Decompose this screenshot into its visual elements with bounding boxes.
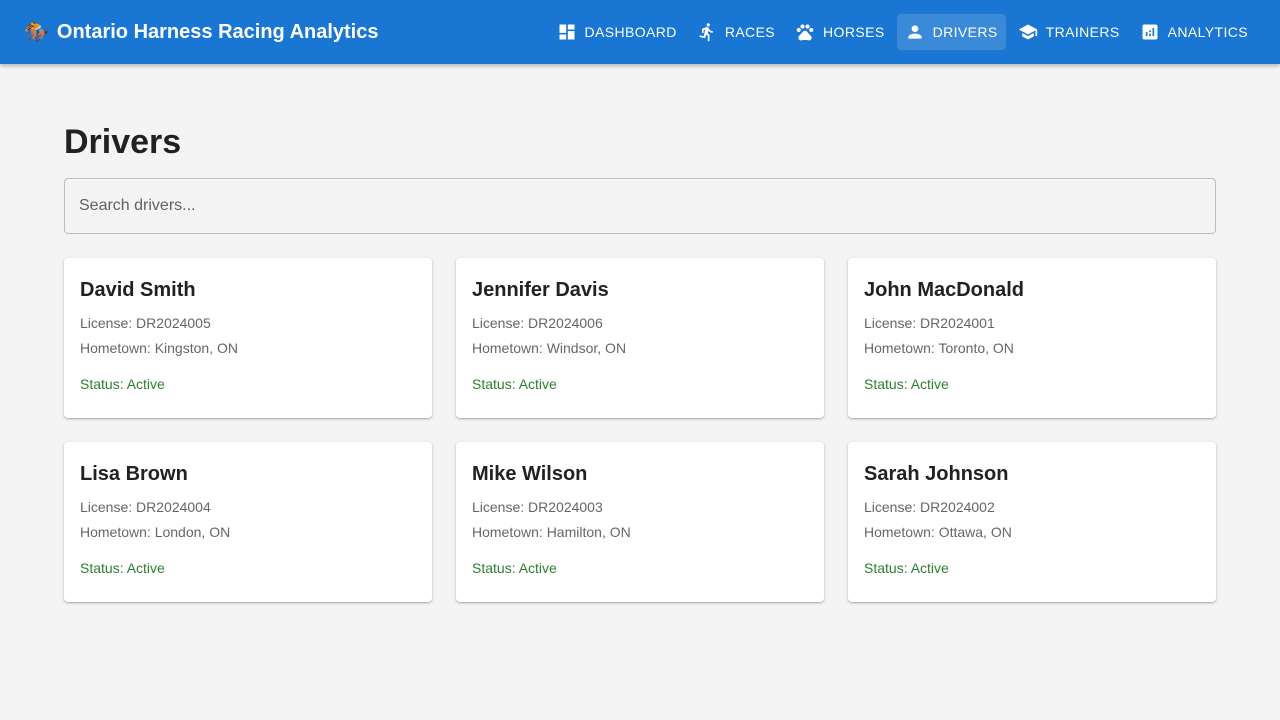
driver-status: Status: Active bbox=[472, 376, 557, 392]
dashboard-icon bbox=[559, 24, 575, 40]
driver-license: License: DR2024002 bbox=[864, 499, 995, 515]
nav-dashboard-button[interactable]: DASHBOARD bbox=[549, 14, 685, 50]
driver-hometown: Hometown: Hamilton, ON bbox=[472, 524, 631, 540]
analytics-icon bbox=[1142, 24, 1158, 40]
driver-name: Sarah Johnson bbox=[864, 463, 1009, 485]
driver-hometown: Hometown: Windsor, ON bbox=[472, 340, 627, 356]
app-title: Ontario Harness Racing Analytics bbox=[56, 20, 379, 43]
driver-name: John MacDonald bbox=[864, 279, 1025, 301]
drivers-grid: David Smith License: DR2024005 Hometown:… bbox=[64, 258, 1216, 602]
nav-trainers-label: TRAINERS bbox=[1045, 24, 1120, 40]
driver-hometown: Hometown: Toronto, ON bbox=[864, 340, 1014, 356]
driver-status: Status: Active bbox=[864, 376, 949, 392]
driver-license: License: DR2024001 bbox=[864, 315, 995, 331]
driver-card[interactable]: John MacDonald License: DR2024001 Hometo… bbox=[848, 258, 1216, 418]
driver-status: Status: Active bbox=[472, 560, 557, 576]
driver-card[interactable]: Mike Wilson License: DR2024003 Hometown:… bbox=[456, 442, 824, 602]
app-brand[interactable]: 🏇 Ontario Harness Racing Analytics bbox=[24, 21, 379, 44]
driver-status: Status: Active bbox=[80, 560, 165, 576]
nav-races-label: RACES bbox=[724, 24, 776, 40]
app-bar: 🏇 Ontario Harness Racing Analytics DASHB… bbox=[0, 0, 1280, 64]
driver-license: License: DR2024004 bbox=[80, 499, 211, 515]
horse-racing-icon: 🏇 bbox=[24, 21, 49, 43]
person-icon bbox=[907, 25, 922, 39]
driver-license: License: DR2024006 bbox=[472, 315, 603, 331]
driver-name: David Smith bbox=[80, 279, 196, 301]
search-field[interactable] bbox=[64, 178, 1216, 234]
nav-drivers-label: DRIVERS bbox=[932, 24, 998, 40]
driver-status: Status: Active bbox=[864, 560, 949, 576]
nav-horses-label: HORSES bbox=[823, 24, 885, 40]
driver-hometown: Hometown: Ottawa, ON bbox=[864, 524, 1012, 540]
driver-hometown: Hometown: Kingston, ON bbox=[80, 340, 238, 356]
driver-name: Jennifer Davis bbox=[472, 279, 609, 301]
nav-races-button[interactable]: RACES bbox=[689, 14, 783, 50]
nav-dashboard-label: DASHBOARD bbox=[584, 24, 677, 40]
search-input[interactable] bbox=[79, 197, 1201, 215]
run-icon bbox=[699, 23, 713, 42]
main-content: Drivers David Smith License: DR2024005 H… bbox=[64, 64, 1216, 602]
driver-name: Lisa Brown bbox=[80, 463, 188, 485]
page-title: Drivers bbox=[64, 123, 182, 161]
driver-hometown: Hometown: London, ON bbox=[80, 524, 231, 540]
driver-card[interactable]: David Smith License: DR2024005 Hometown:… bbox=[64, 258, 432, 418]
nav-trainers-button[interactable]: TRAINERS bbox=[1010, 14, 1128, 50]
driver-card[interactable]: Sarah Johnson License: DR2024002 Hometow… bbox=[848, 442, 1216, 602]
driver-card[interactable]: Lisa Brown License: DR2024004 Hometown: … bbox=[64, 442, 432, 602]
nav-analytics-label: ANALYTICS bbox=[1167, 24, 1248, 40]
driver-license: License: DR2024005 bbox=[80, 315, 211, 331]
nav-drivers-button[interactable]: DRIVERS bbox=[896, 14, 1006, 50]
driver-card[interactable]: Jennifer Davis License: DR2024006 Hometo… bbox=[456, 258, 824, 418]
driver-license: License: DR2024003 bbox=[472, 499, 603, 515]
nav-analytics-button[interactable]: ANALYTICS bbox=[1132, 14, 1256, 50]
school-icon bbox=[1018, 24, 1037, 40]
top-nav: DASHBOARD RACES HORSES DRIVERS TRAINERS … bbox=[545, 14, 1256, 50]
driver-name: Mike Wilson bbox=[472, 463, 588, 485]
nav-horses-button[interactable]: HORSES bbox=[787, 14, 893, 50]
driver-status: Status: Active bbox=[80, 376, 165, 392]
paw-icon bbox=[796, 24, 814, 41]
